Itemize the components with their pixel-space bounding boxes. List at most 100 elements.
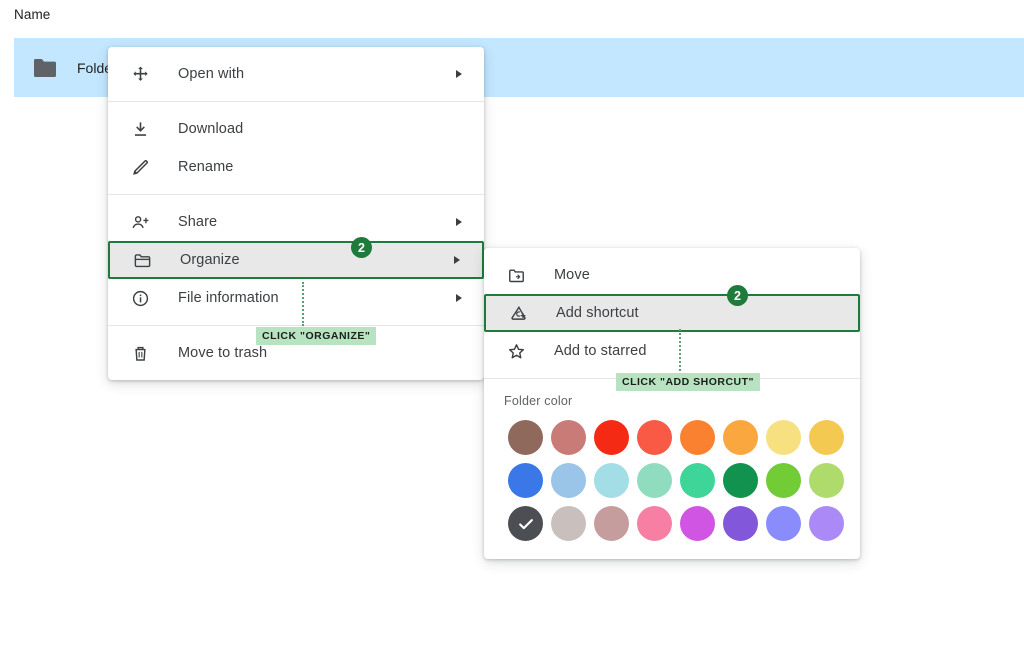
annotation-badge-add-shortcut: 2 xyxy=(727,285,748,306)
swatch-dot xyxy=(723,506,758,541)
menu-item-open-with[interactable]: Open with xyxy=(108,55,484,93)
swatch-dot xyxy=(551,463,586,498)
submenu-item-move[interactable]: Move xyxy=(484,256,860,294)
menu-item-rename[interactable]: Rename xyxy=(108,148,484,186)
submenu-item-label: Add shortcut xyxy=(556,305,639,321)
menu-top-padding xyxy=(108,47,484,55)
folder-icon xyxy=(32,57,58,79)
swatch-dot xyxy=(766,420,801,455)
swatch-dot xyxy=(766,506,801,541)
swatch-dot xyxy=(637,463,672,498)
menu-item-label: Download xyxy=(178,121,243,137)
swatch-dot xyxy=(508,506,543,541)
swatch-dot xyxy=(680,420,715,455)
folder-color-swatch[interactable] xyxy=(762,502,805,545)
annotation-badge-organize: 2 xyxy=(351,237,372,258)
chevron-right-icon xyxy=(454,256,460,264)
check-icon xyxy=(516,514,536,534)
menu-group-padding xyxy=(108,195,484,203)
swatch-dot xyxy=(809,420,844,455)
folder-color-swatch[interactable] xyxy=(676,459,719,502)
folder-color-palette[interactable] xyxy=(484,408,860,559)
menu-item-label: Organize xyxy=(180,252,240,268)
swatch-dot xyxy=(637,506,672,541)
folder-color-swatch[interactable] xyxy=(547,459,590,502)
folder-color-swatch[interactable] xyxy=(590,416,633,459)
menu-item-label: Share xyxy=(178,214,217,230)
star-outline-icon xyxy=(504,339,528,363)
swatch-dot xyxy=(594,463,629,498)
column-header-name: Name xyxy=(14,7,50,22)
folder-color-swatch[interactable] xyxy=(633,459,676,502)
swatch-dot xyxy=(723,463,758,498)
folder-color-swatch[interactable] xyxy=(762,416,805,459)
person-add-icon xyxy=(128,210,152,234)
menu-item-label: Rename xyxy=(178,159,233,175)
chevron-right-icon xyxy=(456,70,462,78)
menu-group-padding xyxy=(108,102,484,110)
folder-color-swatch[interactable] xyxy=(762,459,805,502)
menu-bottom-padding xyxy=(108,372,484,380)
submenu-item-label: Add to starred xyxy=(554,343,646,359)
menu-item-file-information[interactable]: File information xyxy=(108,279,484,317)
swatch-dot xyxy=(594,420,629,455)
menu-item-organize[interactable]: Organize xyxy=(108,241,484,279)
menu-item-label: Move to trash xyxy=(178,345,267,361)
folder-open-icon xyxy=(130,248,154,272)
organize-submenu[interactable]: Move Add shortcut Add to starred Folder … xyxy=(484,248,860,559)
swatch-dot xyxy=(680,463,715,498)
folder-color-swatch[interactable] xyxy=(590,459,633,502)
annotation-callout-organize: CLICK "ORGANIZE" xyxy=(256,327,376,345)
trash-icon xyxy=(128,341,152,365)
folder-color-swatch[interactable] xyxy=(504,416,547,459)
swatch-dot xyxy=(637,420,672,455)
swatch-dot xyxy=(723,420,758,455)
submenu-item-add-shortcut[interactable]: Add shortcut xyxy=(484,294,860,332)
info-circle-icon xyxy=(128,286,152,310)
swatch-dot xyxy=(594,506,629,541)
folder-color-swatch[interactable] xyxy=(547,416,590,459)
chevron-right-icon xyxy=(456,218,462,226)
annotation-connector-add-shortcut xyxy=(679,329,681,371)
folder-color-swatch[interactable] xyxy=(504,459,547,502)
download-icon xyxy=(128,117,152,141)
menu-group-padding xyxy=(108,186,484,194)
folder-color-swatch[interactable] xyxy=(805,459,848,502)
menu-group-padding xyxy=(108,93,484,101)
menu-item-download[interactable]: Download xyxy=(108,110,484,148)
folder-color-swatch[interactable] xyxy=(719,459,762,502)
annotation-callout-add-shortcut: CLICK "ADD SHORCUT" xyxy=(616,373,760,391)
annotation-connector-organize xyxy=(302,282,304,326)
submenu-item-label: Move xyxy=(554,267,590,283)
menu-item-label: Open with xyxy=(178,66,244,82)
submenu-top-padding xyxy=(484,248,860,256)
swatch-dot xyxy=(551,420,586,455)
move-arrows-icon xyxy=(128,62,152,86)
folder-color-swatch[interactable] xyxy=(633,416,676,459)
folder-color-swatch[interactable] xyxy=(676,502,719,545)
screen: Name Folder Open with Download xyxy=(0,0,1024,648)
swatch-dot xyxy=(809,463,844,498)
swatch-dot xyxy=(766,463,801,498)
folder-color-swatch[interactable] xyxy=(805,416,848,459)
folder-color-swatch[interactable] xyxy=(504,502,547,545)
swatch-dot xyxy=(680,506,715,541)
chevron-right-icon xyxy=(456,294,462,302)
folder-color-swatch[interactable] xyxy=(719,502,762,545)
folder-color-swatch[interactable] xyxy=(547,502,590,545)
menu-item-share[interactable]: Share xyxy=(108,203,484,241)
submenu-item-add-to-starred[interactable]: Add to starred xyxy=(484,332,860,370)
swatch-dot xyxy=(508,463,543,498)
swatch-dot xyxy=(809,506,844,541)
pencil-icon xyxy=(128,155,152,179)
shortcut-add-icon xyxy=(506,301,530,325)
folder-color-swatch[interactable] xyxy=(633,502,676,545)
folder-color-swatch[interactable] xyxy=(805,502,848,545)
menu-item-label: File information xyxy=(178,290,279,306)
swatch-dot xyxy=(508,420,543,455)
folder-color-swatch[interactable] xyxy=(676,416,719,459)
swatch-dot xyxy=(551,506,586,541)
menu-group-padding xyxy=(108,317,484,325)
folder-color-swatch[interactable] xyxy=(590,502,633,545)
folder-color-swatch[interactable] xyxy=(719,416,762,459)
